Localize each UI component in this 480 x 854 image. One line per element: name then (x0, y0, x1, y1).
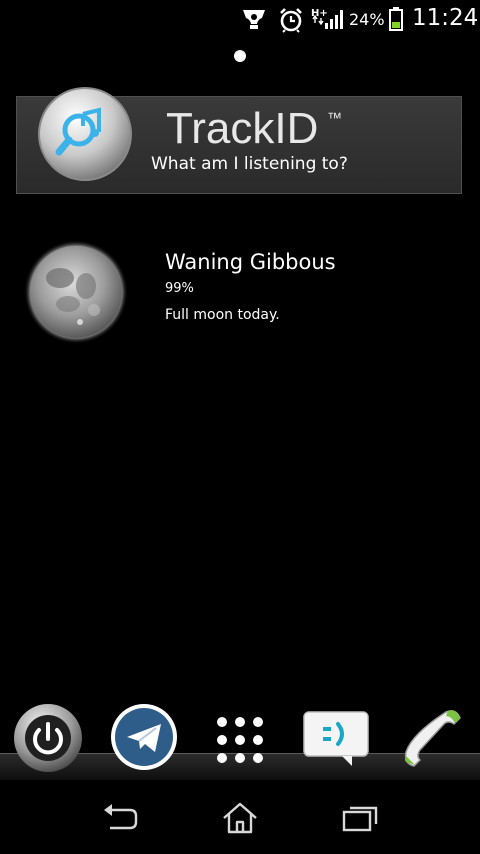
trackid-title[interactable]: TrackID (166, 104, 318, 154)
home-icon[interactable] (220, 800, 260, 836)
back-arrow-icon[interactable] (100, 800, 140, 836)
phone-handset-icon[interactable] (398, 704, 464, 770)
moon-phase[interactable]: Waning Gibbous (165, 250, 336, 274)
moon-illumination: 99% (165, 281, 194, 296)
power-icon[interactable] (12, 702, 84, 774)
signal-icon: H+ (311, 8, 343, 29)
battery-percent: 24% (349, 10, 385, 29)
app-grid-icon[interactable] (212, 712, 268, 768)
sony-support-icon (243, 10, 265, 29)
status-bar: H+ 24% 11:24 (0, 0, 480, 38)
moon-note: Full moon today. (165, 307, 280, 323)
moon-icon[interactable] (24, 240, 128, 344)
recents-icon[interactable] (340, 800, 380, 836)
messaging-bubble-icon[interactable] (302, 710, 370, 770)
telegram-plane-icon[interactable] (109, 702, 179, 772)
nav-bar (0, 782, 480, 854)
trackid-magnifier-music-icon[interactable] (37, 86, 133, 182)
clock: 11:24 (412, 5, 479, 31)
trackid-trademark: ™ (327, 110, 342, 127)
battery-icon (389, 7, 403, 31)
trackid-subtitle[interactable]: What am I listening to? (151, 154, 348, 174)
page-dot-icon (234, 50, 246, 62)
alarm-clock-icon (280, 8, 302, 33)
